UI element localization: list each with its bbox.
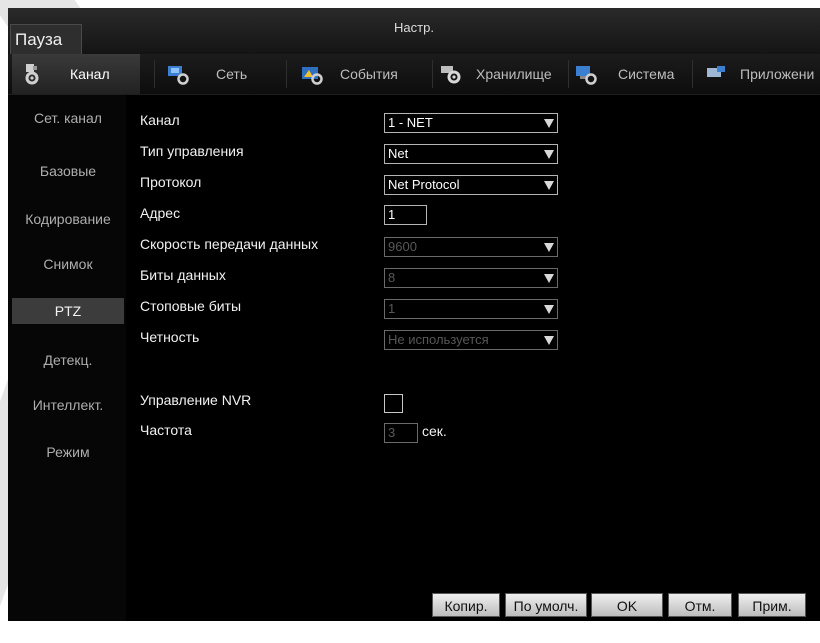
tab-storage-label: Хранилище (476, 66, 552, 82)
settings-window: Пауза Настр. Канал Сеть События Хранилищ… (8, 8, 820, 621)
tab-storage[interactable]: Хранилище (438, 54, 568, 94)
frequency-input[interactable]: 3 (384, 423, 418, 443)
tab-separator (692, 60, 693, 88)
title-bar: Пауза Настр. (8, 8, 820, 54)
frequency-unit: сек. (422, 423, 447, 439)
tab-separator (568, 60, 569, 88)
sidebar-item-ptz[interactable]: PTZ (12, 298, 124, 324)
copy-button[interactable]: Копир. (432, 593, 500, 617)
tab-events[interactable]: События (300, 54, 432, 94)
control-type-select-value: Net (388, 146, 409, 161)
parity-select-value: Не используется (388, 332, 489, 347)
channel-label: Канал (140, 112, 180, 128)
baud-rate-select-value: 9600 (388, 239, 417, 254)
protocol-label: Протокол (140, 174, 202, 190)
storage-gear-icon (438, 63, 464, 85)
tab-network-label: Сеть (216, 66, 248, 82)
parity-select[interactable]: Не используется (384, 330, 558, 350)
events-gear-icon (300, 63, 326, 85)
stop-bits-select-value: 1 (388, 301, 396, 316)
tab-separator (286, 60, 287, 88)
nvr-control-checkbox[interactable] (384, 394, 403, 413)
tab-system[interactable]: Система (574, 54, 688, 94)
control-type-select[interactable]: Net (384, 144, 558, 164)
tab-apps-label: Приложени (740, 66, 815, 82)
data-bits-select[interactable]: 8 (384, 268, 558, 288)
sidebar-item-network-channel[interactable]: Сет. канал (12, 105, 124, 131)
window-title: Настр. (394, 20, 434, 35)
baud-rate-select[interactable]: 9600 (384, 237, 558, 257)
nvr-control-label: Управление NVR (140, 392, 252, 408)
cancel-button[interactable]: Отм. (668, 593, 732, 617)
sidebar-item-intelligent[interactable]: Интеллект. (12, 392, 124, 418)
parity-label: Четность (140, 329, 200, 345)
dropdown-arrow-icon (544, 274, 554, 283)
tab-channel-label: Канал (70, 66, 110, 82)
control-type-label: Тип управления (140, 143, 244, 159)
sidebar-item-mode[interactable]: Режим (12, 439, 124, 465)
tab-separator (432, 60, 433, 88)
protocol-select[interactable]: Net Protocol (384, 175, 558, 195)
channel-select[interactable]: 1 - NET (384, 113, 558, 133)
frequency-label: Частота (140, 422, 192, 438)
tab-separator (154, 60, 155, 88)
sidebar-item-encoding[interactable]: Кодирование (12, 206, 124, 232)
address-input[interactable]: 1 (384, 205, 427, 225)
camera-gear-icon (20, 63, 46, 85)
stop-bits-label: Стоповые биты (140, 298, 242, 314)
channel-select-value: 1 - NET (388, 115, 433, 130)
data-bits-select-value: 8 (388, 270, 396, 285)
ptz-settings-panel: Канал 1 - NET Тип управления Net Протоко… (126, 95, 820, 621)
tab-system-label: Система (618, 66, 675, 82)
ok-button[interactable]: OK (591, 593, 663, 617)
dropdown-arrow-icon (544, 336, 554, 345)
tab-events-label: События (340, 66, 398, 82)
dropdown-arrow-icon (544, 181, 554, 190)
dropdown-arrow-icon (544, 119, 554, 128)
dropdown-arrow-icon (544, 243, 554, 252)
sidebar: Сет. канал Базовые Кодирование Снимок PT… (8, 95, 126, 621)
stop-bits-select[interactable]: 1 (384, 299, 558, 319)
system-gear-icon (574, 63, 600, 85)
sidebar-item-detection[interactable]: Детекц. (12, 347, 124, 373)
tab-network[interactable]: Сеть (166, 54, 286, 94)
tab-bar: Канал Сеть События Хранилище Система При… (8, 54, 820, 95)
baud-rate-label: Скорость передачи данных (140, 236, 319, 252)
data-bits-label: Биты данных (140, 267, 226, 283)
network-gear-icon (166, 63, 192, 85)
apply-button[interactable]: Прим. (738, 593, 806, 617)
sidebar-item-snapshot[interactable]: Снимок (12, 251, 124, 277)
protocol-select-value: Net Protocol (388, 177, 460, 192)
tab-channel[interactable]: Канал (12, 54, 140, 94)
address-label: Адрес (140, 205, 181, 221)
tab-apps[interactable]: Приложени (704, 54, 820, 94)
app-icon (704, 63, 730, 85)
sidebar-item-basic[interactable]: Базовые (12, 158, 124, 184)
default-button[interactable]: По умолч. (505, 593, 587, 617)
dropdown-arrow-icon (544, 150, 554, 159)
dropdown-arrow-icon (544, 305, 554, 314)
